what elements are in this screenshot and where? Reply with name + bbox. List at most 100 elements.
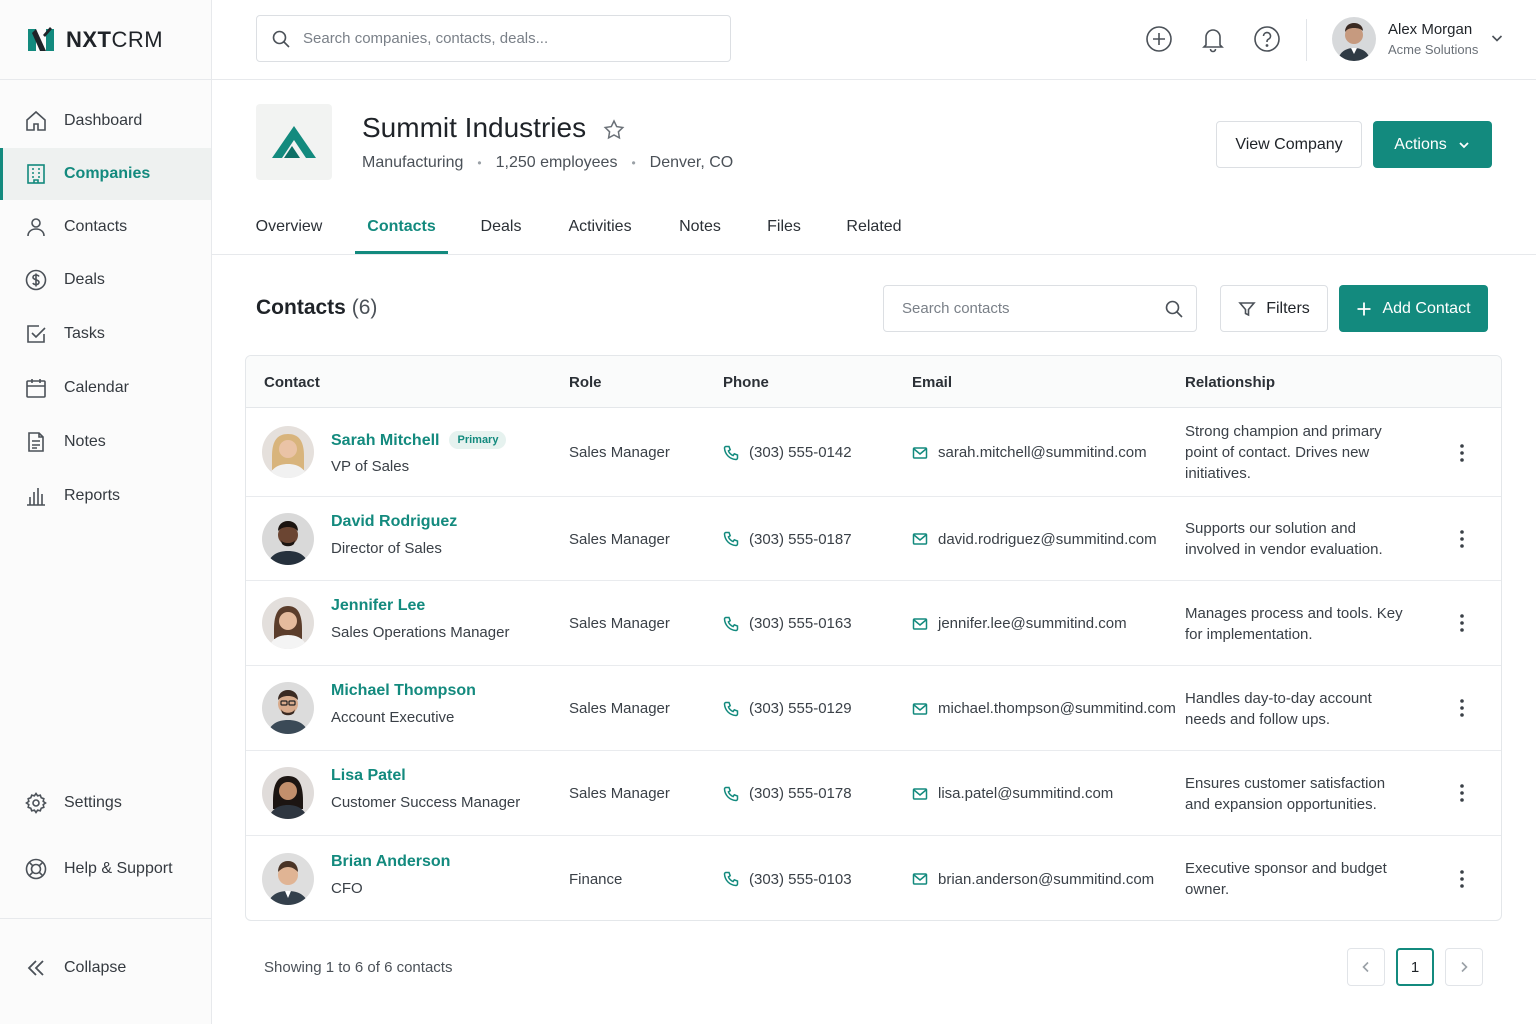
- sidebar-item-dashboard[interactable]: Dashboard: [0, 95, 211, 147]
- contact-name-link[interactable]: Brian Anderson: [331, 853, 450, 871]
- more-vertical-icon[interactable]: [1450, 781, 1474, 805]
- meta-separator: •: [477, 156, 482, 170]
- user-name: Alex Morgan: [1388, 21, 1473, 38]
- more-vertical-icon[interactable]: [1450, 527, 1474, 551]
- contact-email[interactable]: lisa.patel@summitind.com: [912, 751, 1113, 836]
- column-header-email[interactable]: Email: [912, 356, 952, 408]
- sidebar-item-deals[interactable]: Deals: [0, 254, 211, 306]
- sidebar: NXTCRM Dashboard Companies Contacts Deal…: [0, 0, 212, 1024]
- contact-email[interactable]: jennifer.lee@summitind.com: [912, 581, 1127, 666]
- plus-circle-icon[interactable]: [1145, 25, 1173, 53]
- sidebar-item-companies[interactable]: Companies: [0, 148, 211, 200]
- table-row[interactable]: Jennifer Lee Sales Operations Manager Sa…: [246, 581, 1501, 666]
- contact-relationship: Ensures customer satisfaction and expans…: [1185, 751, 1405, 836]
- sidebar-item-calendar[interactable]: Calendar: [0, 362, 211, 414]
- table-header: Contact Role Phone Email Relationship: [246, 356, 1501, 408]
- table-row[interactable]: Michael Thompson Account Executive Sales…: [246, 666, 1501, 751]
- table-row[interactable]: Sarah Mitchell Primary VP of Sales Sales …: [246, 408, 1501, 497]
- more-vertical-icon[interactable]: [1450, 611, 1474, 635]
- contact-phone[interactable]: (303) 555-0178: [723, 751, 852, 836]
- contact-name-link[interactable]: Michael Thompson: [331, 682, 476, 700]
- actions-button[interactable]: Actions: [1373, 121, 1492, 168]
- contact-role: Finance: [569, 870, 623, 888]
- contact-email[interactable]: sarah.mitchell@summitind.com: [912, 408, 1147, 497]
- relationship-text: Strong champion and primary point of con…: [1185, 423, 1382, 482]
- chevron-right-icon: [1457, 960, 1471, 974]
- tab-files[interactable]: Files: [766, 200, 802, 254]
- contact-phone[interactable]: (303) 555-0103: [723, 836, 852, 920]
- sidebar-item-label: Notes: [64, 433, 106, 450]
- sidebar-item-tasks[interactable]: Tasks: [0, 308, 211, 360]
- filters-button[interactable]: Filters: [1220, 285, 1328, 332]
- mountain-logo-icon: [270, 124, 318, 160]
- note-icon: [24, 430, 48, 454]
- contact-name-link[interactable]: Sarah Mitchell Primary: [331, 431, 507, 450]
- prev-page-button[interactable]: [1347, 948, 1385, 986]
- phone-text: (303) 555-0103: [749, 870, 852, 888]
- contact-name-link[interactable]: Jennifer Lee: [331, 597, 425, 615]
- page-button-current[interactable]: 1: [1396, 948, 1434, 986]
- dollar-icon: [24, 268, 48, 292]
- contact-email[interactable]: brian.anderson@summitind.com: [912, 836, 1154, 920]
- avatar: [262, 767, 314, 819]
- sidebar-item-help[interactable]: Help & Support: [0, 843, 211, 895]
- contact-search[interactable]: [883, 285, 1197, 332]
- calendar-icon: [24, 376, 48, 400]
- tab-related[interactable]: Related: [846, 200, 902, 254]
- avatar: [262, 682, 314, 734]
- sidebar-item-settings[interactable]: Settings: [0, 777, 211, 829]
- bell-icon[interactable]: [1199, 25, 1227, 53]
- more-vertical-icon[interactable]: [1450, 696, 1474, 720]
- help-circle-icon[interactable]: [1253, 25, 1281, 53]
- chevron-down-icon[interactable]: [1489, 30, 1505, 46]
- tab-deals[interactable]: Deals: [480, 200, 522, 254]
- app-logo[interactable]: NXTCRM: [26, 24, 163, 56]
- avatar: [262, 426, 314, 478]
- column-header-role[interactable]: Role: [569, 356, 602, 408]
- add-contact-button[interactable]: Add Contact: [1339, 285, 1488, 332]
- topbar-divider: [1306, 19, 1307, 61]
- table-row[interactable]: Lisa Patel Customer Success Manager Sale…: [246, 751, 1501, 836]
- sidebar-item-label: Settings: [64, 794, 122, 811]
- column-header-relationship[interactable]: Relationship: [1185, 356, 1275, 408]
- contact-phone[interactable]: (303) 555-0129: [723, 666, 852, 751]
- sidebar-item-label: Calendar: [64, 379, 129, 396]
- view-company-button[interactable]: View Company: [1216, 121, 1362, 168]
- contact-email[interactable]: david.rodriguez@summitind.com: [912, 497, 1157, 581]
- sidebar-item-reports[interactable]: Reports: [0, 470, 211, 522]
- global-search[interactable]: [256, 15, 731, 62]
- tab-notes[interactable]: Notes: [678, 200, 722, 254]
- tab-contacts[interactable]: Contacts: [355, 200, 448, 254]
- more-vertical-icon[interactable]: [1450, 867, 1474, 891]
- phone-icon: [723, 871, 739, 887]
- email-text: lisa.patel@summitind.com: [938, 785, 1114, 802]
- sidebar-collapse-button[interactable]: Collapse: [0, 942, 211, 994]
- contact-search-input[interactable]: [902, 300, 1164, 317]
- search-icon[interactable]: [1164, 299, 1184, 319]
- email-text: michael.thompson@summitind.com: [938, 700, 1176, 717]
- contact-phone[interactable]: (303) 555-0187: [723, 497, 852, 581]
- table-row[interactable]: Brian Anderson CFO Finance (303) 555-010…: [246, 836, 1501, 920]
- contact-name-link[interactable]: David Rodriguez: [331, 513, 457, 531]
- contact-title: Sales Operations Manager: [331, 624, 510, 641]
- contact-phone[interactable]: (303) 555-0142: [723, 408, 852, 497]
- user-menu[interactable]: Alex Morgan Acme Solutions: [1332, 17, 1478, 61]
- sidebar-item-notes[interactable]: Notes: [0, 416, 211, 468]
- pagination-summary: Showing 1 to 6 of 6 contacts: [264, 959, 453, 976]
- column-header-phone[interactable]: Phone: [723, 356, 769, 408]
- contact-name-link[interactable]: Lisa Patel: [331, 767, 406, 785]
- table-row[interactable]: David Rodriguez Director of Sales Sales …: [246, 497, 1501, 581]
- more-vertical-icon[interactable]: [1450, 441, 1474, 465]
- sidebar-item-contacts[interactable]: Contacts: [0, 201, 211, 253]
- column-header-contact[interactable]: Contact: [264, 356, 320, 408]
- contact-email[interactable]: michael.thompson@summitind.com: [912, 666, 1176, 751]
- sidebar-divider: [0, 79, 211, 80]
- global-search-input[interactable]: [303, 30, 703, 47]
- tab-overview[interactable]: Overview: [256, 200, 323, 254]
- star-icon[interactable]: [602, 118, 626, 142]
- next-page-button[interactable]: [1445, 948, 1483, 986]
- relationship-text: Executive sponsor and budget owner.: [1185, 860, 1387, 898]
- tab-activities[interactable]: Activities: [566, 200, 634, 254]
- contact-phone[interactable]: (303) 555-0163: [723, 581, 852, 666]
- phone-text: (303) 555-0178: [749, 785, 852, 802]
